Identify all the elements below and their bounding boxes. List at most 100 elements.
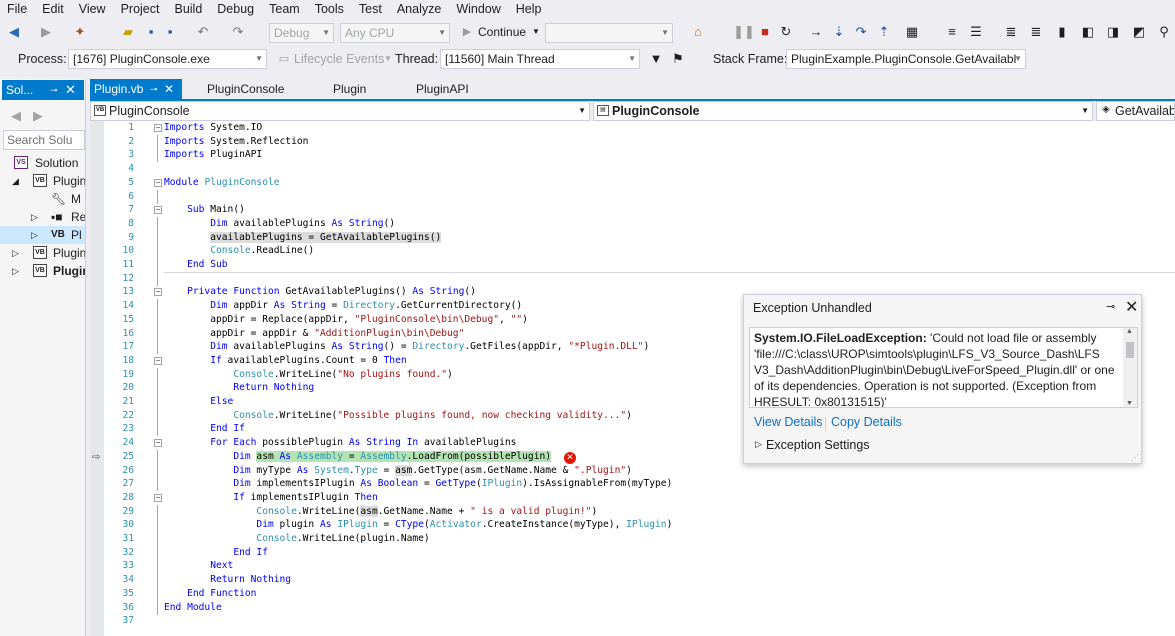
- tree-item-project-pluginconsole[interactable]: ◢ VB Plugin: [0, 172, 85, 190]
- indent-icon[interactable]: ≣: [1028, 24, 1044, 40]
- collapsed-icon[interactable]: ▷: [12, 262, 22, 280]
- continue-button[interactable]: Continue: [478, 23, 526, 41]
- stack-frame-select[interactable]: PluginExample.PluginConsole.GetAvailabl ▼: [786, 49, 1026, 69]
- expanded-icon[interactable]: ◢: [12, 172, 22, 190]
- menu-team[interactable]: Team: [262, 0, 308, 18]
- copy-details-link[interactable]: Copy Details: [831, 415, 902, 429]
- solution-search-input[interactable]: Search Solu: [3, 130, 85, 150]
- menu-help[interactable]: Help: [509, 0, 550, 18]
- stop-debugging-icon[interactable]: ■: [757, 24, 773, 40]
- collapse-icon[interactable]: −: [154, 206, 162, 215]
- flag-threads-icon[interactable]: ⚑: [670, 51, 686, 67]
- back-icon[interactable]: ◀: [8, 108, 24, 124]
- tab-pluginconsole[interactable]: PluginConsole: [203, 79, 284, 100]
- attach-icon[interactable]: ⌂: [690, 24, 706, 40]
- collapsed-icon[interactable]: ▷: [31, 208, 41, 226]
- scroll-thumb[interactable]: [1126, 342, 1134, 358]
- pin-icon[interactable]: ⊸: [1106, 300, 1115, 313]
- align-left-icon[interactable]: ≣: [1003, 24, 1019, 40]
- tree-item-my-project[interactable]: 🔧︎ M: [0, 190, 85, 208]
- navigate-forward-icon[interactable]: ▶: [38, 24, 54, 40]
- bookmark-icon[interactable]: ▮: [1054, 24, 1070, 40]
- undo-icon[interactable]: ↶: [195, 24, 211, 40]
- pin-icon[interactable]: ⊸: [150, 79, 158, 100]
- scroll-down-icon[interactable]: ▼: [1126, 400, 1133, 407]
- process-target-select[interactable]: ▼: [545, 23, 673, 43]
- save-icon[interactable]: ▪: [143, 24, 159, 40]
- new-project-icon[interactable]: ✦: [72, 24, 88, 40]
- prev-bookmark-icon[interactable]: ◧: [1080, 24, 1096, 40]
- error-icon: ✕: [564, 452, 576, 464]
- code-line: 29 Console.WriteLine(asm.GetName.Name + …: [122, 504, 598, 519]
- menu-edit[interactable]: Edit: [35, 0, 72, 18]
- menu-project[interactable]: Project: [114, 0, 168, 18]
- close-icon[interactable]: ✕: [164, 79, 174, 100]
- save-all-icon[interactable]: ▪: [162, 24, 178, 40]
- restart-icon[interactable]: ↻: [778, 24, 794, 40]
- solution-platform-select[interactable]: Any CPU ▼: [340, 23, 450, 43]
- tree-item-solution[interactable]: VS Solution: [0, 154, 85, 172]
- project-dropdown[interactable]: VB PluginConsole ▼: [90, 101, 590, 121]
- close-icon[interactable]: ✕: [65, 80, 76, 100]
- menu-build[interactable]: Build: [167, 0, 210, 18]
- thread-select[interactable]: [11560] Main Thread ▼: [440, 49, 640, 69]
- menu-window[interactable]: Window: [449, 0, 508, 18]
- message-scrollbar[interactable]: ▲ ▼: [1123, 328, 1137, 407]
- clear-bookmarks-icon[interactable]: ◩: [1131, 24, 1147, 40]
- filter-icon[interactable]: ▼: [648, 51, 664, 67]
- scroll-up-icon[interactable]: ▲: [1126, 328, 1133, 335]
- collapse-icon[interactable]: −: [154, 493, 162, 502]
- menu-analyze[interactable]: Analyze: [390, 0, 449, 18]
- collapse-icon[interactable]: −: [154, 124, 162, 132]
- close-icon[interactable]: ✕: [1125, 297, 1138, 317]
- resize-grip-icon[interactable]: ⋰: [1131, 453, 1139, 462]
- navigate-back-icon[interactable]: ◀: [6, 24, 22, 40]
- tree-item-references[interactable]: ▷ ▪■ Re: [0, 208, 85, 226]
- tree-item-project-plugin[interactable]: ▷ VB Plugin: [0, 244, 85, 262]
- tree-item-project-pluginapi[interactable]: ▷ VB Plugin: [0, 262, 85, 280]
- collapse-icon[interactable]: −: [154, 178, 162, 187]
- collapse-icon[interactable]: −: [154, 288, 162, 297]
- open-file-icon[interactable]: ▰: [120, 24, 136, 40]
- redo-icon[interactable]: ↷: [230, 24, 246, 40]
- chevron-down-icon[interactable]: ▼: [528, 24, 544, 40]
- step-over-icon[interactable]: ↷: [853, 24, 869, 40]
- next-bookmark-icon[interactable]: ◨: [1105, 24, 1121, 40]
- view-details-link[interactable]: View Details: [754, 415, 823, 429]
- menu-view[interactable]: View: [72, 0, 114, 18]
- pin-icon[interactable]: ⊸: [50, 80, 58, 100]
- solution-configuration-select[interactable]: Debug ▼: [269, 23, 334, 43]
- lifecycle-events-button[interactable]: Lifecycle Events: [294, 50, 384, 68]
- comment-out-icon[interactable]: ☰: [968, 24, 984, 40]
- step-out-icon[interactable]: ⇡: [876, 24, 892, 40]
- menu-test[interactable]: Test: [352, 0, 390, 18]
- collapse-icon[interactable]: −: [154, 439, 162, 448]
- tab-pluginapi[interactable]: PluginAPI: [412, 79, 469, 100]
- exception-message-box[interactable]: System.IO.FileLoadException: 'Could not …: [749, 327, 1138, 408]
- member-dropdown[interactable]: ◈ GetAvailab: [1096, 101, 1175, 121]
- type-dropdown[interactable]: ▤ PluginConsole ▼: [593, 101, 1093, 121]
- menu-tools[interactable]: Tools: [308, 0, 352, 18]
- find-icon[interactable]: ⚲: [1156, 24, 1172, 40]
- step-into-icon[interactable]: ⇣: [831, 24, 847, 40]
- code-line: 9 availablePlugins = GetAvailablePlugins…: [128, 230, 442, 245]
- process-select[interactable]: [1676] PluginConsole.exe ▼: [68, 49, 267, 69]
- break-all-icon[interactable]: ❚❚: [733, 24, 755, 40]
- hex-display-icon[interactable]: ▦: [904, 24, 920, 40]
- chevron-down-icon[interactable]: ▼: [380, 51, 396, 67]
- forward-icon[interactable]: ▶: [30, 108, 46, 124]
- exception-settings-toggle[interactable]: Exception Settings: [766, 438, 870, 452]
- menu-file[interactable]: File: [0, 0, 35, 18]
- tree-item-plugin-vb[interactable]: ▷ VB Pl: [0, 226, 85, 244]
- collapsed-icon[interactable]: ▷: [12, 244, 22, 262]
- solution-explorer-tab[interactable]: Sol... ⊸ ✕: [2, 80, 84, 100]
- menu-debug[interactable]: Debug: [210, 0, 262, 18]
- tab-plugin[interactable]: Plugin: [329, 79, 366, 100]
- collapse-icon[interactable]: −: [154, 356, 162, 365]
- expand-icon[interactable]: ▷: [755, 439, 762, 450]
- tab-plugin-vb[interactable]: Plugin.vb ⊸ ✕: [90, 79, 182, 100]
- thread-icon[interactable]: ≡: [944, 24, 960, 40]
- chevron-down-icon: ▼: [578, 106, 586, 115]
- collapsed-icon[interactable]: ▷: [31, 226, 41, 244]
- show-next-statement-icon[interactable]: →: [808, 24, 824, 40]
